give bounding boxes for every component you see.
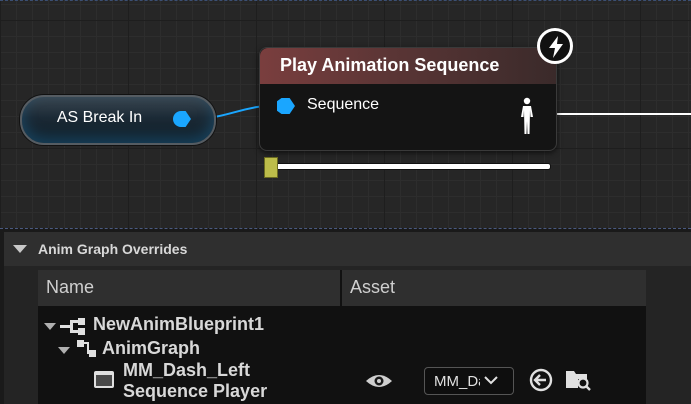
blueprint-hierarchy-icon [60,318,85,335]
browse-to-asset-icon[interactable] [565,367,591,396]
tree-row-animgraph[interactable]: AnimGraph [38,338,646,362]
panel-header[interactable]: Anim Graph Overrides [4,232,691,266]
use-selected-asset-icon[interactable] [529,368,553,397]
graph-canvas[interactable]: AS Break In Play Animation Sequence Sequ… [0,0,691,228]
overrides-table: Name Asset NewAnimBlueprint1 AnimGraph M… [38,270,646,404]
node-icon [94,371,114,388]
column-header-asset[interactable]: Asset [342,270,646,306]
asset-value: MM_Dash_Left [434,373,480,390]
pose-icon[interactable] [518,97,536,139]
play-rate-slider-track[interactable] [270,164,550,169]
collapse-triangle-icon[interactable] [13,245,27,253]
blueprint-name: NewAnimBlueprint1 [93,314,265,334]
graph-icon [77,340,96,357]
node-header: Play Animation Sequence [260,48,556,84]
panel-title: Anim Graph Overrides [38,241,188,257]
animgraph-name: AnimGraph [102,338,201,358]
node-title: Play Animation Sequence [280,55,500,75]
expand-triangle-icon[interactable] [44,323,56,330]
as-break-in-node[interactable]: AS Break In [20,95,216,145]
node-name-line1: MM_Dash_Left [123,360,251,380]
tree-row-blueprint[interactable]: NewAnimBlueprint1 [38,314,646,338]
fast-path-lightning-icon [537,28,573,64]
chevron-down-icon [484,376,498,385]
break-node-label: AS Break In [56,109,143,126]
tree-row-sequence-player[interactable]: MM_Dash_Left Sequence Player MM_Dash_Lef… [38,360,646,404]
node-name-line2: Sequence Player [123,381,268,401]
play-rate-slider-handle[interactable] [264,157,278,178]
panel-body: Name Asset NewAnimBlueprint1 AnimGraph M… [4,266,691,404]
column-name-label: Name [46,277,95,297]
expand-triangle-icon[interactable] [58,347,70,354]
column-header-name[interactable]: Name [38,270,340,306]
column-asset-label: Asset [350,277,396,297]
asset-dropdown[interactable]: MM_Dash_Left [424,367,514,395]
panel-top-border [0,228,691,229]
eye-icon[interactable] [365,373,393,394]
break-output-pin[interactable] [173,111,191,127]
sequence-pin-label: Sequence [307,96,380,113]
anim-graph-overrides-panel: Anim Graph Overrides Name Asset NewAnimB… [0,228,691,404]
sequence-input-pin[interactable] [277,98,295,114]
play-animation-sequence-node[interactable]: Play Animation Sequence Sequence [259,47,557,151]
